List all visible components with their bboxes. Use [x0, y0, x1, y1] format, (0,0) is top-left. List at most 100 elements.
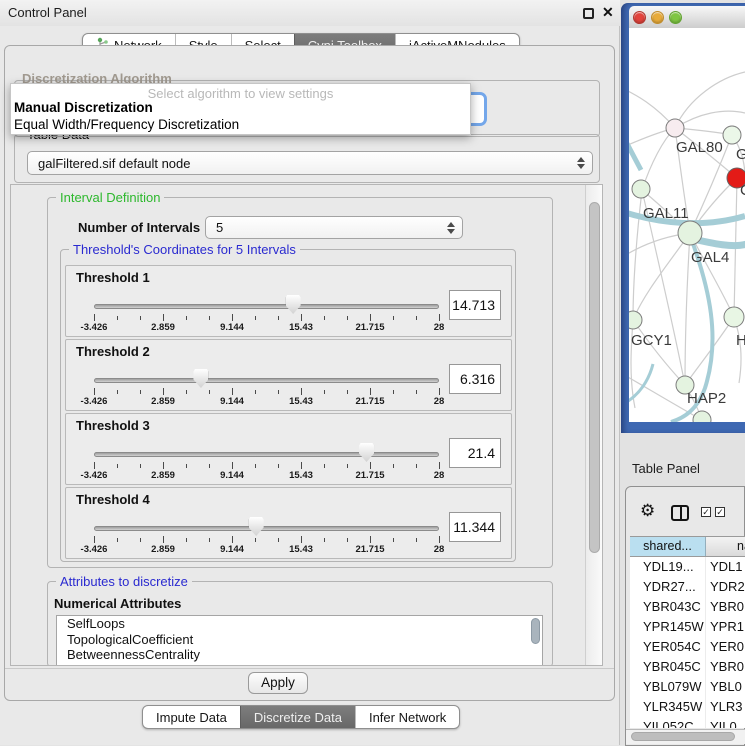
apply-button[interactable]: Apply [248, 672, 308, 694]
thresholds-coordinates-group: Threshold's Coordinates for 5 Intervals … [60, 249, 516, 562]
node-label: GAL4 [691, 249, 729, 266]
node-label: HAP2 [687, 390, 726, 407]
gear-icon[interactable]: ⚙ [640, 501, 655, 521]
table-horizontal-scrollbar[interactable] [626, 729, 745, 744]
tick-label: 2.859 [151, 544, 175, 555]
threshold-1-slider-track[interactable] [94, 304, 439, 309]
table-row[interactable]: YBR045CYBR0 [630, 657, 745, 677]
threshold-2-slider-thumb[interactable] [193, 369, 208, 388]
network-node [693, 411, 711, 422]
cell-shared-name: YPR145W [630, 617, 706, 637]
cell-name: YLR3 [706, 697, 745, 717]
checkbox-icon[interactable]: ✓ [701, 507, 711, 517]
tick-label: -3.426 [81, 470, 108, 481]
threshold-panel-threshold-1: Threshold 1-3.4262.8599.14415.4321.71528… [65, 265, 512, 337]
tick-mark [301, 388, 302, 395]
tick-label: -3.426 [81, 396, 108, 407]
table-row[interactable]: YBR043CYBR0 [630, 597, 745, 617]
zoom-traffic-light-icon[interactable] [669, 11, 682, 24]
tick-mark [117, 316, 118, 320]
tick-mark [347, 316, 348, 320]
threshold-4-value-field[interactable]: 11.344 [449, 512, 501, 542]
threshold-4-slider-track[interactable] [94, 526, 439, 531]
tick-mark [140, 538, 141, 542]
table-row[interactable]: YDR27...YDR2 [630, 577, 745, 597]
number-of-intervals-combobox[interactable]: 5 [205, 216, 463, 239]
columns-icon[interactable] [671, 505, 689, 521]
tick-mark [439, 536, 440, 543]
table-row[interactable]: YLR345WYLR3 [630, 697, 745, 717]
node-label: C [740, 182, 745, 199]
tick-label: 9.144 [220, 470, 244, 481]
divider [5, 668, 614, 669]
tick-mark [301, 536, 302, 543]
table-row[interactable]: YIL052CYIL0 [630, 717, 745, 728]
tick-mark [439, 388, 440, 395]
cell-shared-name: YIL052C [630, 717, 706, 728]
dropdown-option-manual-discretization[interactable]: Manual Discretization [11, 100, 470, 117]
table-data-group: Table Data galFiltered.sif default node [14, 134, 600, 183]
network-node [629, 311, 642, 329]
column-header-shared-name[interactable]: shared... [630, 537, 706, 556]
tick-mark [393, 464, 394, 468]
bottom-tab-discretize-data[interactable]: Discretize Data [240, 706, 355, 728]
algorithm-dropdown-popup: Select algorithm to view settings Manual… [10, 83, 471, 135]
list-scrollbar-thumb[interactable] [531, 618, 540, 644]
list-item-selfloops[interactable]: SelfLoops [57, 616, 542, 632]
bottom-tab-impute-data[interactable]: Impute Data [143, 706, 240, 728]
checkbox-icon[interactable]: ✓ [715, 507, 725, 517]
close-traffic-light-icon[interactable] [633, 11, 646, 24]
tick-label: -3.426 [81, 544, 108, 555]
settings-scrollbar[interactable] [585, 185, 602, 665]
threshold-2-value-field[interactable]: 6.316 [449, 364, 501, 394]
table-row[interactable]: YER054CYER0 [630, 637, 745, 657]
table-row[interactable]: YDL19...YDL1 [630, 557, 745, 577]
table-hscrollbar-thumb[interactable] [631, 732, 735, 741]
threshold-3-slider-track[interactable] [94, 452, 439, 457]
cell-name: YER0 [706, 637, 745, 657]
threshold-2-slider-track[interactable] [94, 378, 439, 383]
dropdown-option-equal-width-frequency-discretization[interactable]: Equal Width/Frequency Discretization [11, 117, 470, 134]
minimize-traffic-light-icon[interactable] [651, 11, 664, 24]
tick-mark [255, 390, 256, 394]
tick-label: 21.715 [355, 322, 384, 333]
settings-scrollbar-thumb[interactable] [589, 202, 600, 553]
cell-shared-name: YBL079W [630, 677, 706, 697]
tick-label: 28 [434, 470, 445, 481]
numerical-attributes-list[interactable]: SelfLoopsTopologicalCoefficientBetweenne… [56, 615, 543, 666]
tick-mark [278, 464, 279, 468]
table-row[interactable]: YPR145WYPR1 [630, 617, 745, 637]
table-data-combobox[interactable]: galFiltered.sif default node [27, 151, 593, 175]
float-window-icon[interactable] [583, 8, 594, 19]
tick-mark [232, 314, 233, 321]
close-icon[interactable]: ✕ [602, 4, 614, 21]
node-label: GAL80 [676, 139, 723, 156]
threshold-3-value-field[interactable]: 21.4 [449, 438, 501, 468]
threshold-3-slider-thumb[interactable] [359, 443, 374, 462]
node-label: G. [736, 146, 745, 163]
tick-label: 21.715 [355, 470, 384, 481]
tick-mark [416, 538, 417, 542]
tick-mark [393, 316, 394, 320]
tick-mark [278, 390, 279, 394]
interval-definition-group-title: Interval Definition [56, 190, 164, 205]
threshold-1-value-field[interactable]: 14.713 [449, 290, 501, 320]
column-header-name[interactable]: name [706, 537, 745, 556]
tick-label: 9.144 [220, 396, 244, 407]
list-item-betweennesscentrality[interactable]: BetweennessCentrality [57, 647, 542, 663]
threshold-1-slider-thumb[interactable] [286, 295, 301, 314]
tick-label: 21.715 [355, 396, 384, 407]
tick-mark [416, 390, 417, 394]
list-item-topologicalcoefficient[interactable]: TopologicalCoefficient [57, 632, 542, 648]
bottom-tab-infer-network[interactable]: Infer Network [355, 706, 459, 728]
network-canvas[interactable]: GAL80 G. C GAL11 GAL4 GCY1 H HAP2 [629, 28, 745, 422]
tick-mark [186, 390, 187, 394]
table-row[interactable]: YBL079WYBL0 [630, 677, 745, 697]
threshold-4-slider-thumb[interactable] [249, 517, 264, 536]
tick-mark [232, 536, 233, 543]
network-nodes[interactable] [629, 119, 745, 422]
tick-mark [186, 316, 187, 320]
tick-mark [278, 538, 279, 542]
threshold-list: Threshold 1-3.4262.8599.14415.4321.71528… [65, 265, 512, 561]
tick-mark [439, 314, 440, 321]
